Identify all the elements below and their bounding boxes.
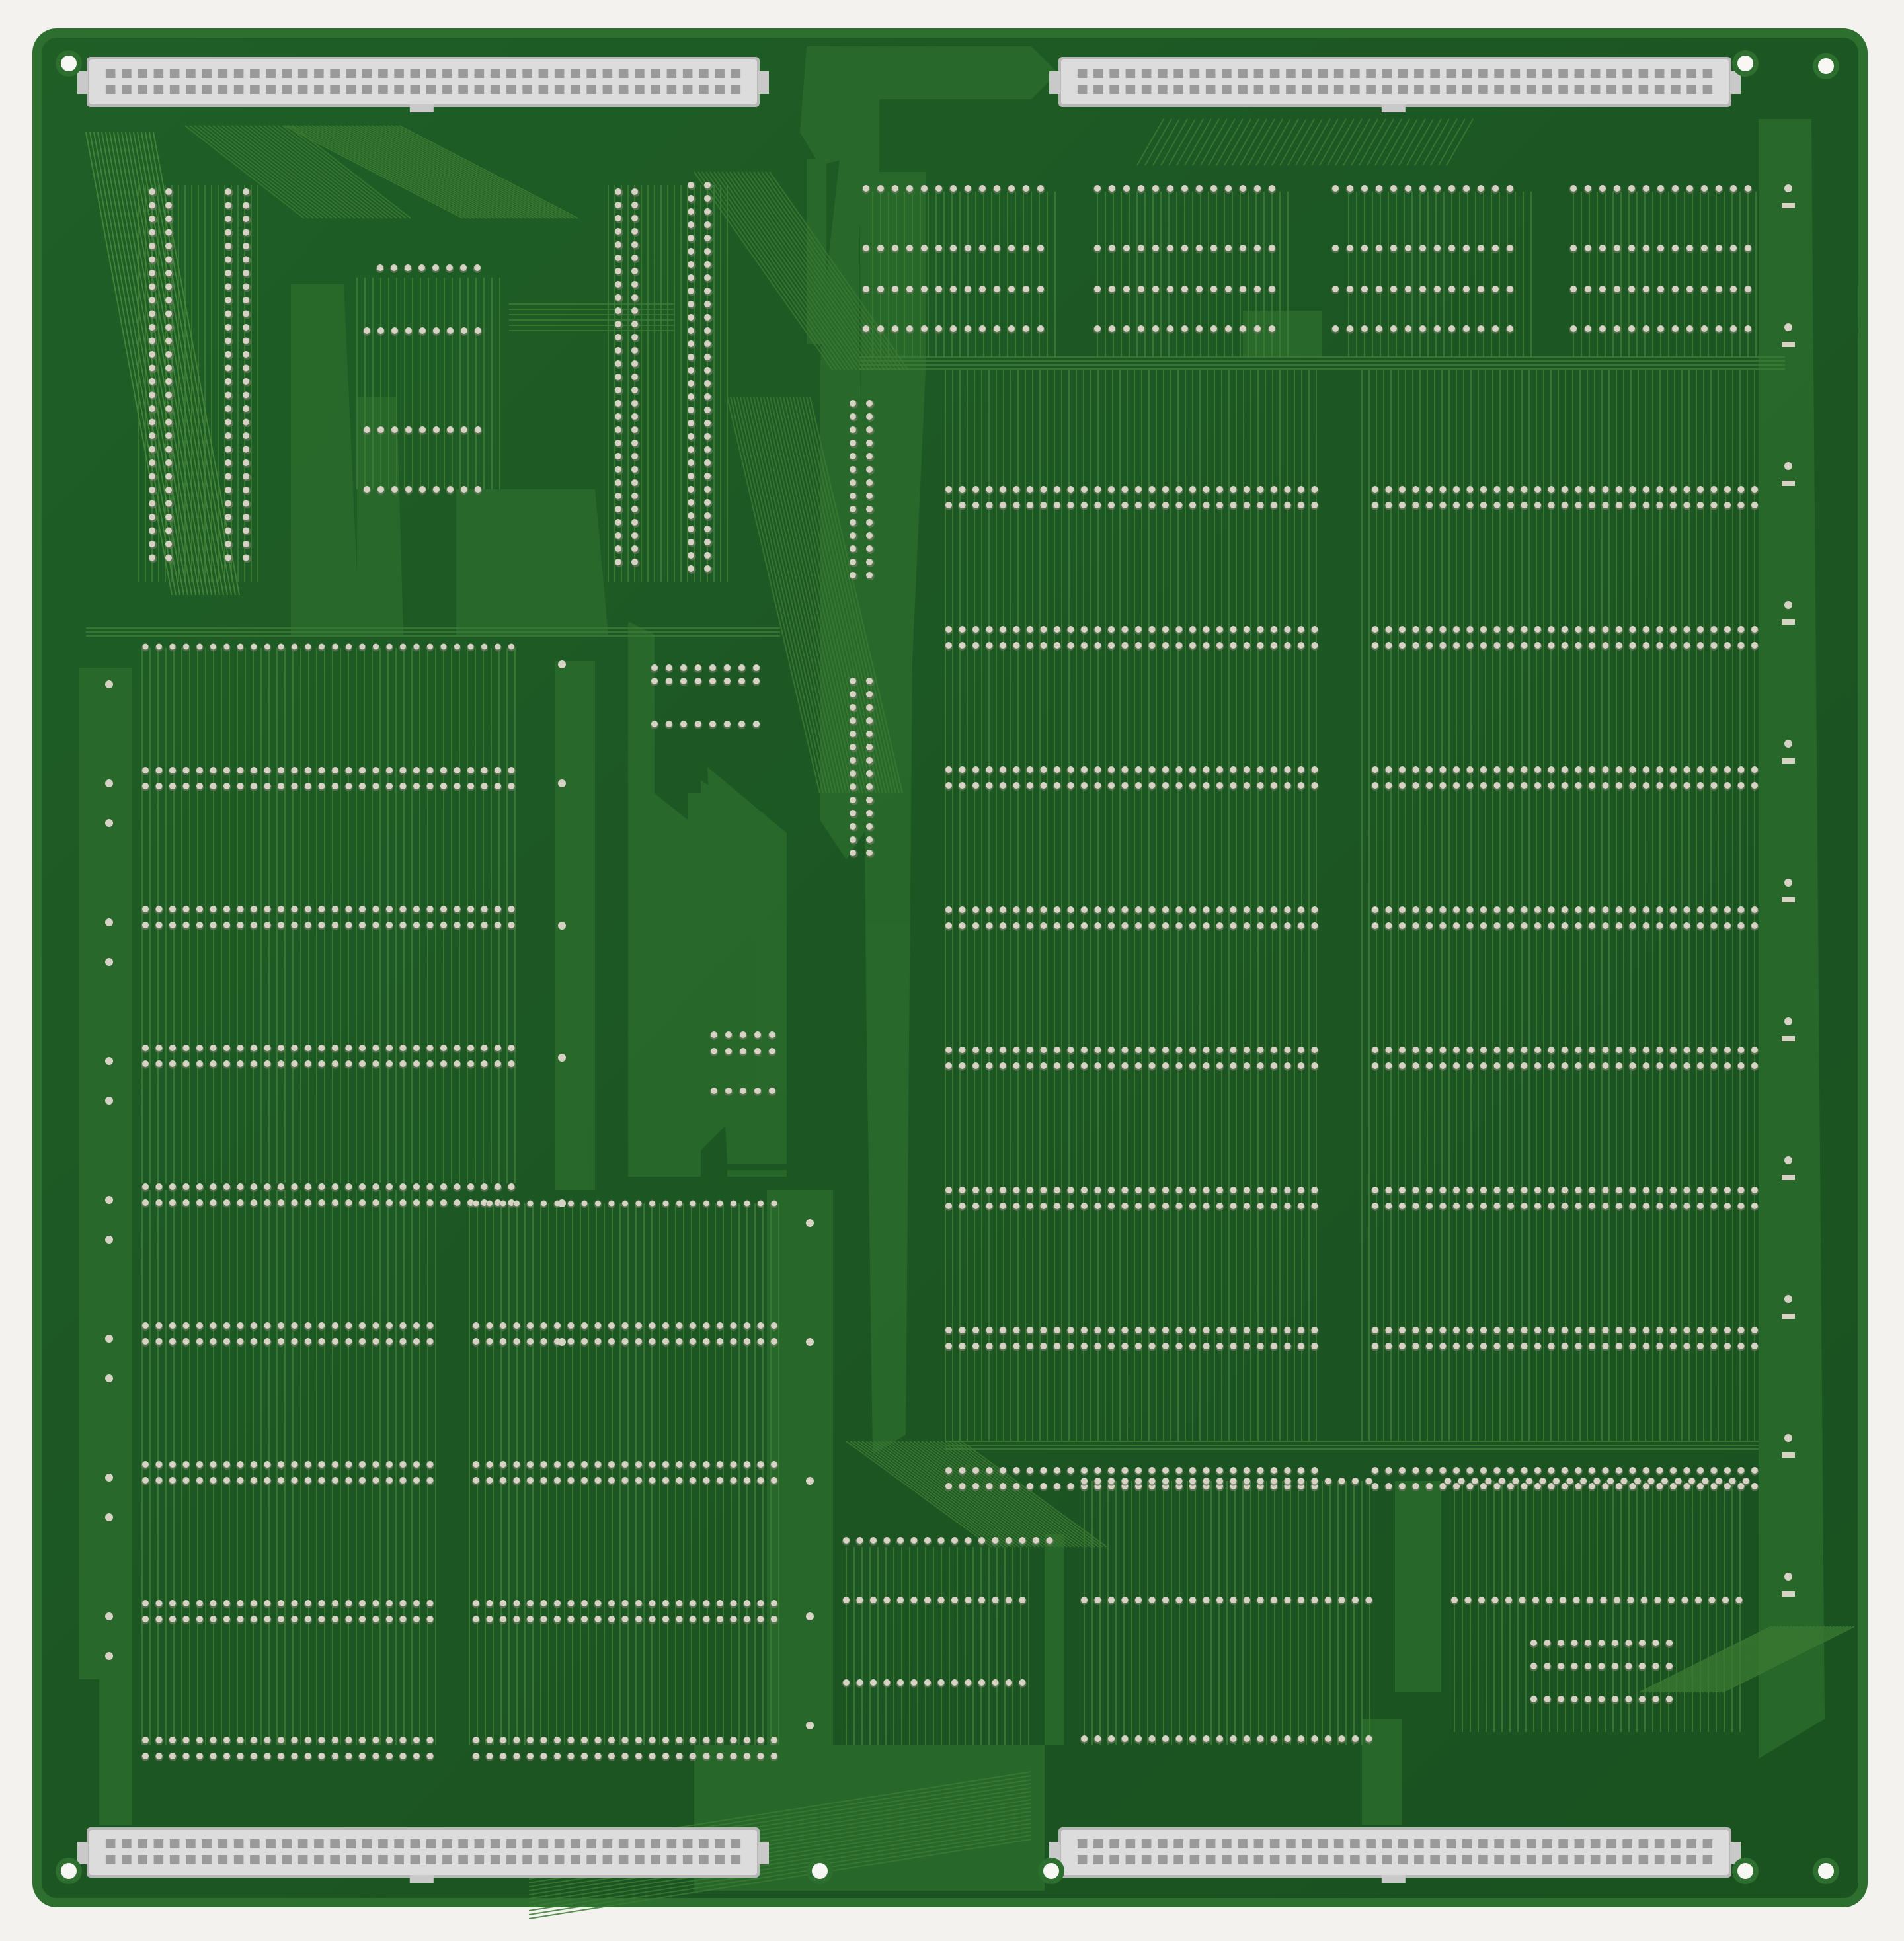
- mounting-hole: [61, 1863, 77, 1879]
- ribbon-connector-j1: [77, 57, 769, 112]
- mounting-hole: [61, 56, 77, 71]
- pcb-photo: [32, 28, 1868, 1919]
- ribbon-connector-j4: [1049, 1827, 1741, 1883]
- mounting-hole: [1818, 1863, 1834, 1879]
- mounting-hole: [1737, 1863, 1753, 1879]
- ribbon-connector-j3: [77, 1827, 769, 1883]
- mounting-hole: [1737, 56, 1753, 71]
- mounting-hole: [1818, 58, 1834, 74]
- mounting-hole: [1043, 1863, 1059, 1879]
- mounting-hole: [812, 1863, 828, 1879]
- ribbon-connector-j2: [1049, 57, 1741, 112]
